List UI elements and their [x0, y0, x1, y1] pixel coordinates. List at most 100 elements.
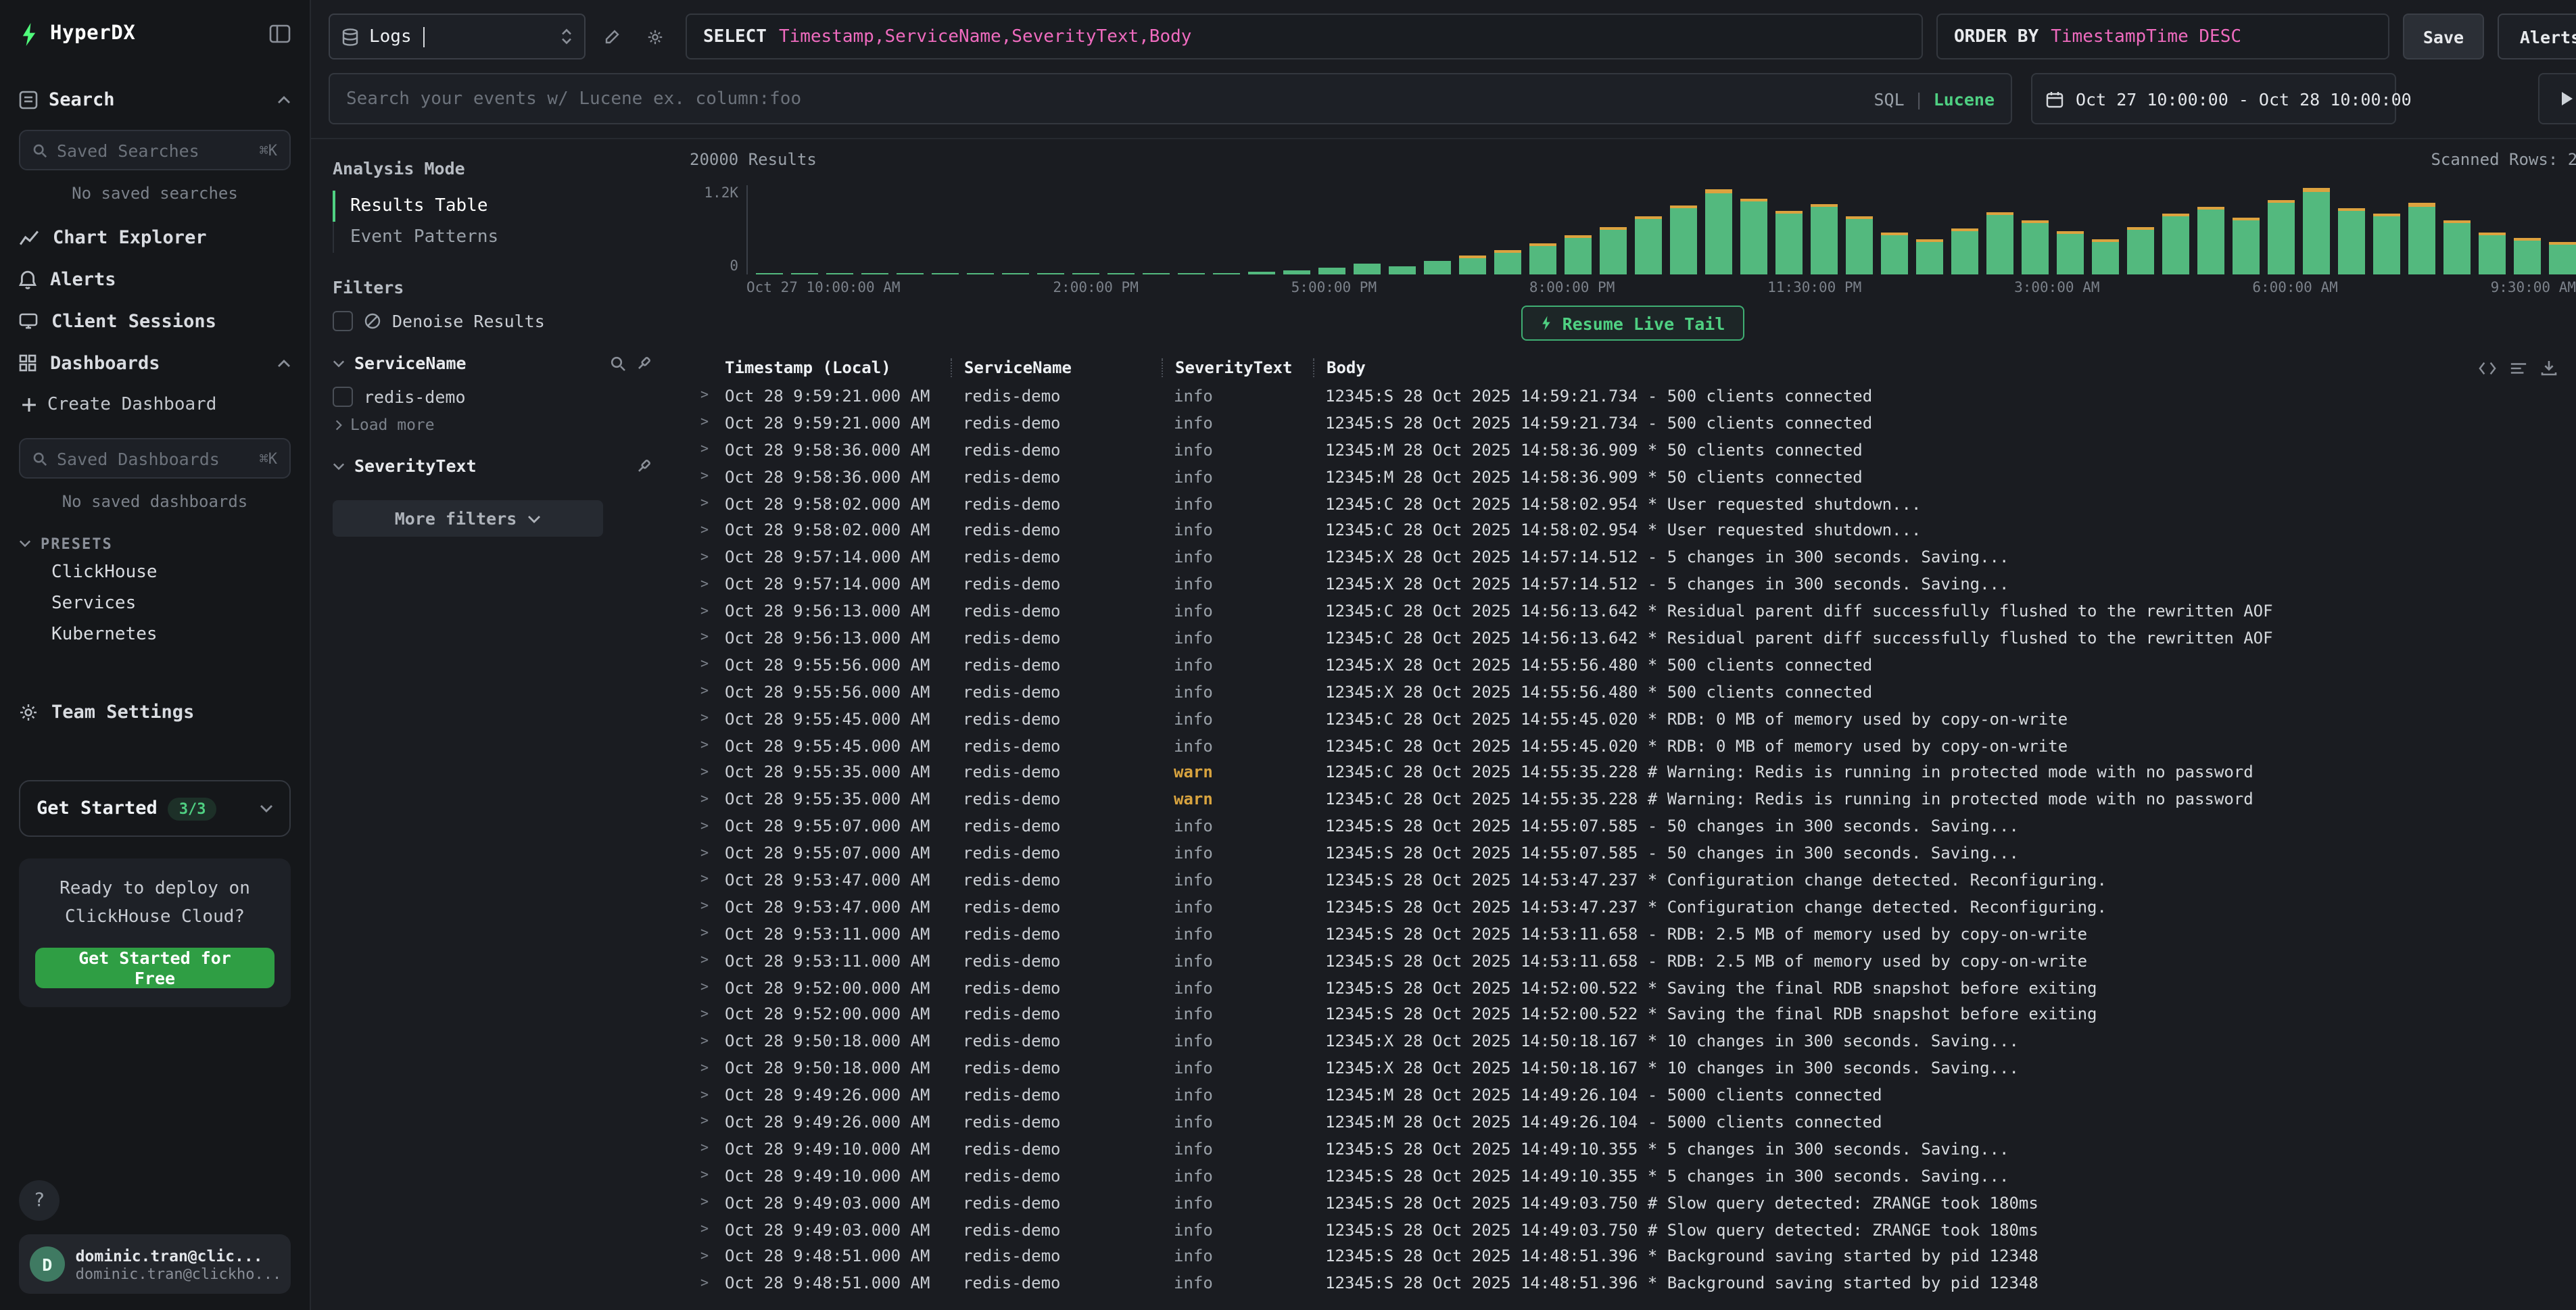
table-row[interactable]: >Oct 28 9:55:35.000 AMredis-demowarn1234… [690, 786, 2576, 813]
table-row[interactable]: >Oct 28 9:56:13.000 AMredis-demoinfo1234… [690, 598, 2576, 625]
table-row[interactable]: >Oct 28 9:59:21.000 AMredis-demoinfo1234… [690, 383, 2576, 410]
row-expand-icon[interactable]: > [690, 927, 725, 942]
orderby-clause-input[interactable]: ORDER BY TimestampTime DESC [1936, 14, 2389, 59]
mode-results-table[interactable]: Results Table [333, 191, 652, 222]
table-row[interactable]: >Oct 28 9:49:10.000 AMredis-demoinfo1234… [690, 1163, 2576, 1190]
histogram-bar[interactable] [1389, 266, 1416, 274]
sidebar-toggle-icon[interactable] [269, 24, 291, 43]
table-row[interactable]: >Oct 28 9:53:11.000 AMredis-demoinfo1234… [690, 921, 2576, 948]
table-row[interactable]: >Oct 28 9:55:45.000 AMredis-demoinfo1234… [690, 705, 2576, 732]
row-expand-icon[interactable]: > [690, 1222, 725, 1237]
row-expand-icon[interactable]: > [690, 1088, 725, 1102]
download-icon[interactable] [2541, 360, 2557, 376]
row-expand-icon[interactable]: > [690, 819, 725, 833]
table-row[interactable]: >Oct 28 9:50:18.000 AMredis-demoinfo1234… [690, 1055, 2576, 1082]
row-expand-icon[interactable]: > [690, 900, 725, 915]
histogram-bar[interactable] [1705, 189, 1732, 274]
facet-servicename-header[interactable]: ServiceName [333, 353, 652, 373]
histogram-bar[interactable] [2479, 233, 2506, 274]
denoise-checkbox-row[interactable]: Denoise Results [333, 311, 652, 331]
histogram-bar[interactable] [2127, 226, 2154, 274]
help-button[interactable]: ? [19, 1180, 59, 1221]
table-row[interactable]: >Oct 28 9:49:03.000 AMredis-demoinfo1234… [690, 1216, 2576, 1243]
histogram-bar[interactable] [1529, 243, 1556, 274]
column-settings-icon[interactable] [2510, 360, 2527, 375]
saved-dashboards-input[interactable]: Saved Dashboards ⌘K [19, 438, 291, 479]
row-expand-icon[interactable]: > [690, 684, 725, 699]
table-row[interactable]: >Oct 28 9:56:13.000 AMredis-demoinfo1234… [690, 625, 2576, 652]
row-expand-icon[interactable]: > [690, 953, 725, 968]
histogram-bar[interactable] [1213, 272, 1240, 274]
row-expand-icon[interactable]: > [690, 1169, 725, 1184]
table-row[interactable]: >Oct 28 9:48:51.000 AMredis-demoinfo1234… [690, 1270, 2576, 1297]
facet-severitytext-header[interactable]: SeverityText [333, 456, 652, 476]
histogram-bar[interactable] [1494, 249, 1521, 274]
table-row[interactable]: >Oct 28 9:52:00.000 AMredis-demoinfo1234… [690, 974, 2576, 1001]
row-expand-icon[interactable]: > [690, 442, 725, 457]
row-expand-icon[interactable]: > [690, 604, 725, 618]
row-expand-icon[interactable]: > [690, 389, 725, 404]
resume-live-tail-button[interactable]: Resume Live Tail [1522, 306, 1744, 341]
row-expand-icon[interactable]: > [690, 873, 725, 888]
row-expand-icon[interactable]: > [690, 496, 725, 511]
histogram-bar[interactable] [1670, 205, 1697, 274]
get-started-toggle[interactable]: Get Started 3/3 [19, 780, 291, 837]
table-row[interactable]: >Oct 28 9:55:35.000 AMredis-demowarn1234… [690, 759, 2576, 786]
histogram-bar[interactable] [861, 272, 888, 274]
histogram-bar[interactable] [1248, 272, 1275, 274]
row-expand-icon[interactable]: > [690, 631, 725, 646]
row-expand-icon[interactable]: > [690, 1115, 725, 1130]
row-expand-icon[interactable]: > [690, 523, 725, 538]
histogram-bar[interactable] [2408, 203, 2435, 274]
histogram-bar[interactable] [1072, 272, 1099, 274]
histogram-bar[interactable] [967, 272, 994, 274]
histogram-bar[interactable] [1459, 255, 1486, 274]
histogram-bar[interactable] [1881, 233, 1908, 274]
row-expand-icon[interactable]: > [690, 1142, 725, 1157]
preset-item-clickhouse[interactable]: ClickHouse [19, 557, 291, 588]
table-row[interactable]: >Oct 28 9:49:26.000 AMredis-demoinfo1234… [690, 1082, 2576, 1109]
preset-item-kubernetes[interactable]: Kubernetes [19, 619, 291, 650]
row-expand-icon[interactable]: > [690, 792, 725, 807]
histogram-bar[interactable] [2057, 231, 2084, 274]
row-expand-icon[interactable]: > [690, 577, 725, 591]
histogram-bar[interactable] [756, 272, 783, 274]
histogram-bar[interactable] [2022, 220, 2049, 274]
sidebar-item-chart-explorer[interactable]: Chart Explorer [19, 216, 291, 258]
histogram-bar[interactable] [2303, 188, 2330, 274]
sidebar-item-client-sessions[interactable]: Client Sessions [19, 300, 291, 342]
histogram-bar[interactable] [1178, 272, 1205, 274]
preset-item-services[interactable]: Services [19, 588, 291, 619]
load-more-button[interactable]: Load more [333, 415, 652, 434]
event-search-input[interactable]: Search your events w/ Lucene ex. column:… [329, 73, 2012, 124]
table-row[interactable]: >Oct 28 9:53:11.000 AMredis-demoinfo1234… [690, 947, 2576, 974]
create-dashboard-button[interactable]: Create Dashboard [19, 384, 291, 424]
table-row[interactable]: >Oct 28 9:52:00.000 AMredis-demoinfo1234… [690, 1001, 2576, 1028]
histogram-bar[interactable] [932, 272, 959, 274]
histogram-bar[interactable] [1354, 264, 1381, 274]
table-row[interactable]: >Oct 28 9:58:02.000 AMredis-demoinfo1234… [690, 517, 2576, 544]
language-lucene-option[interactable]: Lucene [1934, 89, 1995, 109]
histogram-bar[interactable] [1600, 226, 1627, 274]
date-range-picker[interactable]: Oct 27 10:00:00 - Oct 28 10:00:00 [2031, 73, 2396, 124]
table-row[interactable]: >Oct 28 9:55:07.000 AMredis-demoinfo1234… [690, 840, 2576, 867]
row-expand-icon[interactable]: > [690, 550, 725, 565]
histogram-bar[interactable] [826, 272, 853, 274]
row-expand-icon[interactable]: > [690, 980, 725, 995]
row-expand-icon[interactable]: > [690, 765, 725, 780]
row-expand-icon[interactable]: > [690, 658, 725, 673]
row-expand-icon[interactable]: > [690, 1195, 725, 1210]
histogram-bar[interactable] [897, 272, 924, 274]
run-query-button[interactable] [2538, 73, 2576, 124]
histogram-bar[interactable] [1037, 272, 1064, 274]
histogram-bar[interactable] [1565, 235, 1592, 274]
histogram-bar[interactable] [2514, 237, 2541, 274]
table-row[interactable]: >Oct 28 9:55:07.000 AMredis-demoinfo1234… [690, 813, 2576, 840]
pin-icon[interactable] [636, 458, 652, 474]
histogram-bar[interactable] [1143, 272, 1170, 274]
alerts-button[interactable]: Alerts [2498, 14, 2576, 59]
row-expand-icon[interactable]: > [690, 1249, 725, 1264]
histogram-bar[interactable] [1424, 262, 1451, 274]
save-button[interactable]: Save [2403, 14, 2484, 59]
language-sql-option[interactable]: SQL [1874, 89, 1904, 109]
